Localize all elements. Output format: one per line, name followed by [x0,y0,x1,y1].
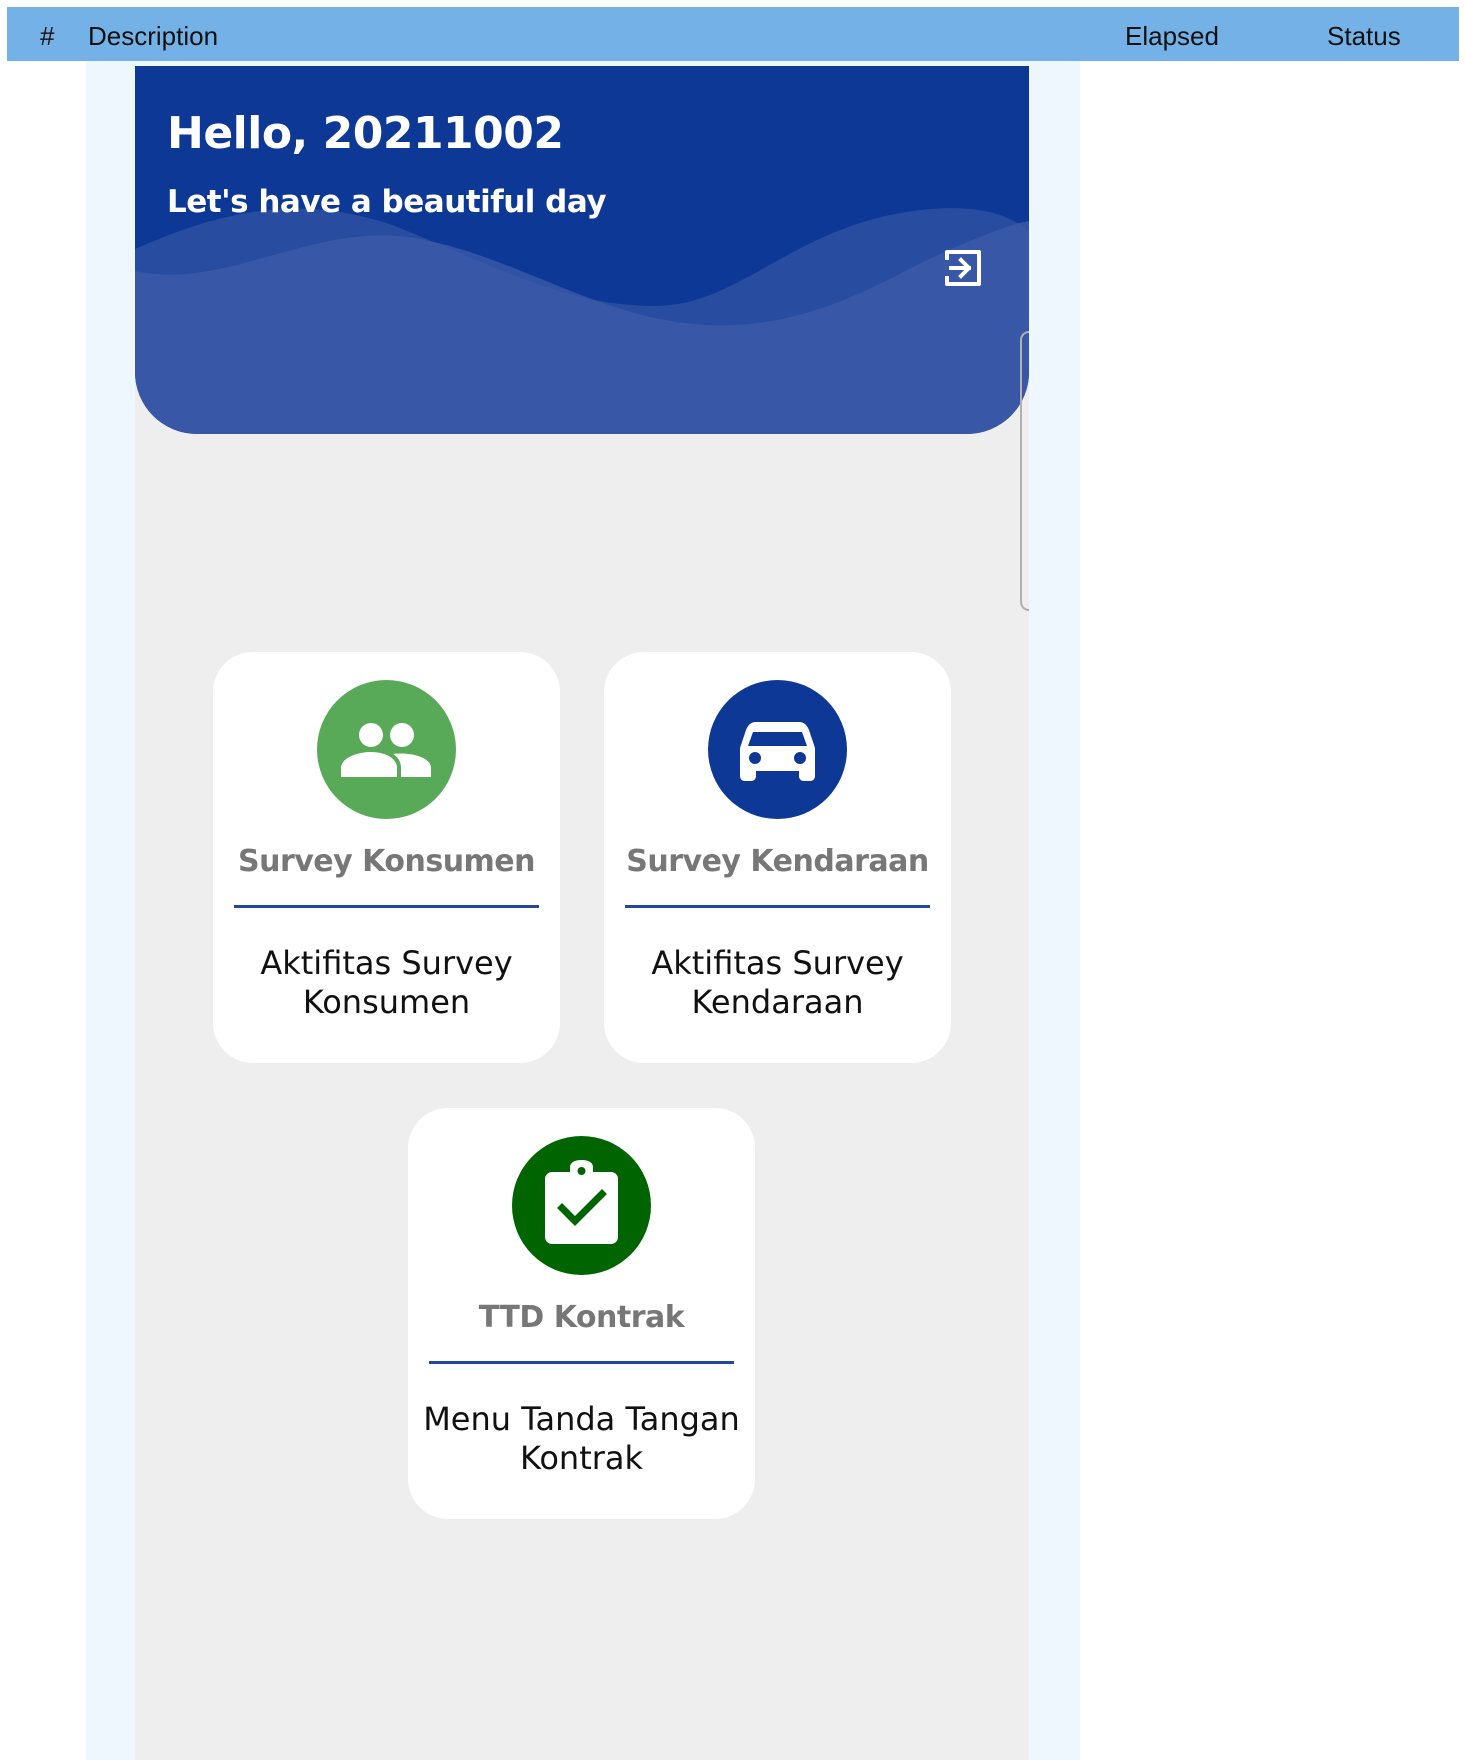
card-divider [234,905,539,908]
card-description: Aktifitas Survey Kendaraan [651,944,904,1021]
car-icon [740,722,815,781]
card-description: Aktifitas Survey Konsumen [260,944,513,1021]
greeting-title: Hello, 20211002 [167,108,564,159]
logout-button[interactable] [941,246,985,290]
card-description: Menu Tanda Tangan Kontrak [423,1400,740,1477]
column-description: Description [88,21,219,51]
app-screen: Hello, 20211002 Let's have a beautiful d… [135,66,1029,1760]
logout-icon [945,250,981,286]
report-table-header: # Description Elapsed Status [7,7,1459,61]
clipboard-check-icon [545,1160,618,1244]
card-title: Survey Konsumen [237,844,536,879]
card-title: TTD Kontrak [478,1300,685,1335]
survey-kendaraan-icon-circle [708,680,847,819]
survey-konsumen-icon-circle [317,680,456,819]
column-elapsed: Elapsed [1125,21,1219,51]
menu-card-ttd-kontrak[interactable]: TTD Kontrak Menu Tanda Tangan Kontrak [408,1108,755,1519]
card-title: Survey Kendaraan [626,844,929,879]
column-status: Status [1327,21,1401,51]
greeting-subtitle: Let's have a beautiful day [167,184,607,220]
people-icon [341,723,431,777]
menu-card-survey-konsumen[interactable]: Survey Konsumen Aktifitas Survey Konsume… [213,652,560,1063]
column-number: # [40,21,55,51]
card-divider [625,905,930,908]
ttd-kontrak-icon-circle [512,1136,651,1275]
menu-card-survey-kendaraan[interactable]: Survey Kendaraan Aktifitas Survey Kendar… [604,652,951,1063]
card-divider [429,1361,734,1364]
scroll-indicator[interactable] [1020,331,1029,611]
hero-header: Hello, 20211002 Let's have a beautiful d… [135,66,1029,434]
